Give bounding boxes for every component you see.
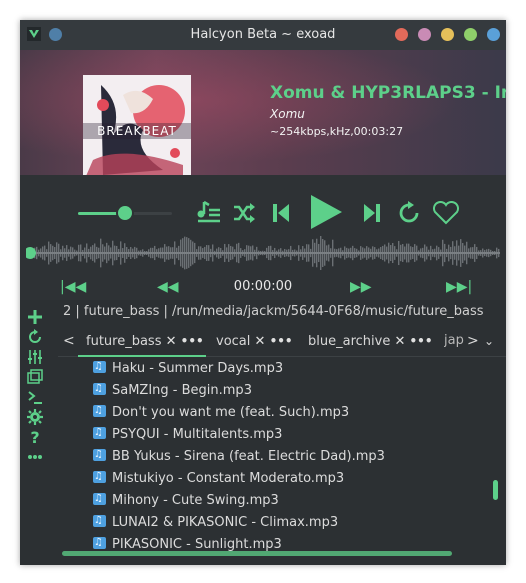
- close-icon[interactable]: ✕: [255, 334, 266, 349]
- audio-file-icon: [93, 510, 106, 532]
- app-window: Halcyon Beta ~ exoad BREAKBEAT Xomu & HY…: [20, 20, 506, 565]
- chevron-left-icon[interactable]: <: [63, 326, 75, 356]
- more-icon[interactable]: [27, 449, 43, 465]
- previous-icon[interactable]: [271, 202, 291, 224]
- window-button-3[interactable]: [441, 28, 454, 41]
- plus-icon[interactable]: [27, 309, 43, 325]
- list-item[interactable]: Mistukiyo - Constant Moderato.mp3: [93, 466, 344, 490]
- repeat-icon[interactable]: [398, 201, 420, 225]
- title-bar: Halcyon Beta ~ exoad: [20, 20, 506, 50]
- terminal-icon[interactable]: [27, 389, 43, 405]
- tab-label: vocal: [216, 334, 251, 349]
- album-art-icon: BREAKBEAT: [83, 75, 191, 175]
- tab-future-bass[interactable]: future_bass ✕ •••: [78, 326, 206, 357]
- svg-text:?: ?: [30, 429, 39, 445]
- tab-jap[interactable]: jap: [444, 326, 466, 356]
- album-cover: BREAKBEAT: [83, 75, 191, 175]
- shuffle-icon[interactable]: [232, 202, 256, 224]
- waveform-seekbar[interactable]: [26, 233, 500, 273]
- list-item[interactable]: LUNAI2 & PIKASONIC - Climax.mp3: [93, 510, 338, 534]
- chevron-down-icon[interactable]: ⌄: [484, 326, 494, 356]
- heart-icon[interactable]: [432, 201, 460, 225]
- audio-file-icon: [93, 444, 106, 466]
- list-item[interactable]: Mihony - Cute Swing.mp3: [93, 488, 279, 512]
- equalizer-icon[interactable]: [27, 349, 43, 365]
- window-button-5[interactable]: [487, 28, 500, 41]
- list-item[interactable]: Haku - Summer Days.mp3: [93, 358, 283, 380]
- window-button-1[interactable]: [395, 28, 408, 41]
- list-item[interactable]: SaMZIng - Begin.mp3: [93, 378, 252, 402]
- audio-file-icon: [93, 422, 106, 444]
- audio-file-icon: [93, 358, 106, 378]
- chevron-right-icon[interactable]: >: [467, 326, 479, 356]
- time-display: 00:00:00: [233, 279, 293, 294]
- audio-file-icon: [93, 466, 106, 488]
- close-icon[interactable]: ✕: [166, 334, 177, 349]
- vertical-scrollbar[interactable]: [493, 480, 498, 500]
- more-icon[interactable]: •••: [270, 334, 293, 348]
- audio-file-icon: [93, 532, 106, 553]
- tab-bar: < future_bass ✕ ••• vocal ✕ ••• blue_arc…: [58, 326, 506, 357]
- path-bar: 2 | future_bass | /run/media/jackm/5644-…: [63, 304, 484, 319]
- list-item[interactable]: Don't you want me (feat. Such).mp3: [93, 400, 349, 424]
- playback-controls: |◀◀ ◀◀ 00:00:00 ▶▶ ▶▶|: [20, 175, 506, 300]
- more-icon[interactable]: •••: [410, 334, 433, 348]
- window-title: Halcyon Beta ~ exoad: [190, 27, 336, 42]
- window-button-4[interactable]: [464, 28, 477, 41]
- tab-label: blue_archive: [308, 334, 391, 349]
- now-playing-header: BREAKBEAT Xomu & HYP3RLAPS3 - Ir... Xomu…: [20, 50, 506, 175]
- tab-vocal[interactable]: vocal ✕ •••: [216, 326, 293, 356]
- tab-label: future_bass: [86, 334, 162, 349]
- window-button-2[interactable]: [418, 28, 431, 41]
- volume-knob[interactable]: [118, 206, 132, 220]
- window-icon[interactable]: [27, 369, 43, 385]
- close-icon[interactable]: ✕: [394, 334, 405, 349]
- list-item[interactable]: PSYQUI - Multitalents.mp3: [93, 422, 282, 446]
- next-icon[interactable]: [362, 202, 382, 224]
- more-icon[interactable]: •••: [181, 334, 204, 348]
- track-artist: Xomu: [270, 107, 305, 121]
- left-toolbar: ?: [20, 305, 50, 485]
- tab-blue-archive[interactable]: blue_archive ✕ •••: [308, 326, 433, 356]
- settings-icon[interactable]: [27, 409, 43, 425]
- audio-file-icon: [93, 400, 106, 422]
- waveform-baseline: [26, 252, 500, 254]
- audio-file-icon: [93, 378, 106, 400]
- play-icon[interactable]: [305, 192, 345, 232]
- seek-end-button[interactable]: ▶▶|: [446, 279, 472, 295]
- fast-forward-button[interactable]: ▶▶: [350, 279, 372, 295]
- refresh-icon[interactable]: [27, 329, 43, 345]
- horizontal-scrollbar[interactable]: [62, 551, 452, 556]
- playlist-icon[interactable]: [195, 200, 221, 224]
- help-icon[interactable]: ?: [27, 429, 43, 445]
- tab-label: jap: [444, 333, 464, 348]
- track-title: Xomu & HYP3RLAPS3 - Ir...: [270, 83, 506, 103]
- file-list: Haku - Summer Days.mp3 SaMZIng - Begin.m…: [58, 358, 506, 553]
- list-item[interactable]: BB Yukus - Sirena (feat. Electric Dad).m…: [93, 444, 385, 468]
- audio-file-icon: [93, 488, 106, 510]
- svg-text:BREAKBEAT: BREAKBEAT: [97, 124, 177, 138]
- volume-slider[interactable]: [78, 206, 172, 220]
- track-meta: ~254kbps,kHz,00:03:27: [270, 125, 404, 138]
